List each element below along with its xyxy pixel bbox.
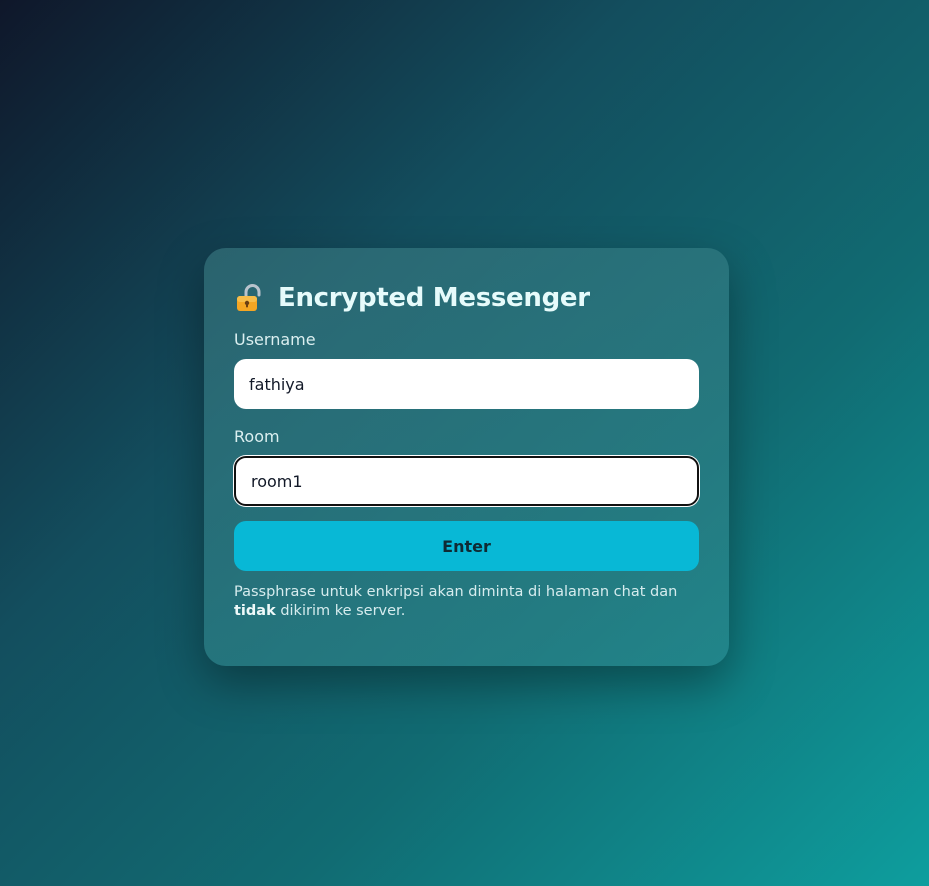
room-input[interactable]: [234, 456, 699, 506]
room-field-wrap: [234, 456, 699, 506]
lock-icon: [234, 283, 264, 313]
room-label: Room: [234, 427, 280, 446]
page-title: Encrypted Messenger: [278, 283, 590, 313]
enter-button[interactable]: Enter: [234, 521, 699, 571]
username-field-wrap: [234, 359, 699, 409]
note-text-before: Passphrase untuk enkripsi akan diminta d…: [234, 584, 678, 600]
note-text-after: dikirim ke server.: [275, 603, 406, 619]
note-emphasis: tidak: [234, 603, 276, 619]
card-header: Encrypted Messenger: [234, 278, 699, 318]
username-input[interactable]: [234, 359, 699, 409]
username-label: Username: [234, 330, 316, 349]
login-card: Encrypted Messenger Username Room Enter …: [204, 248, 729, 666]
passphrase-note: Passphrase untuk enkripsi akan diminta d…: [234, 583, 699, 621]
